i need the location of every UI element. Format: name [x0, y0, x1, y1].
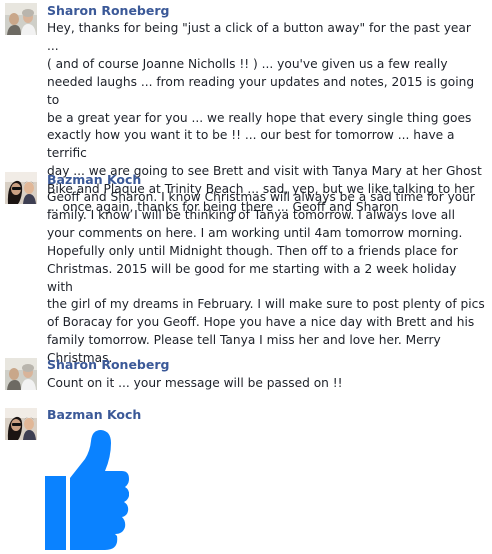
sharon-avatar-icon: [5, 358, 37, 390]
author-name[interactable]: Bazman Koch: [47, 172, 141, 188]
author-name[interactable]: Sharon Roneberg: [47, 357, 169, 373]
message-text: Geoff and Sharon. I know Christmas will …: [47, 190, 485, 366]
thumbs-up-sticker-icon[interactable]: [45, 429, 129, 550]
bazman-avatar-icon: [5, 172, 37, 204]
bazman-avatar-icon: [5, 408, 37, 440]
message-text: Count on it ... your message will be pas…: [47, 376, 343, 390]
avatar-sharon-roneberg[interactable]: [5, 3, 37, 35]
thumb-cuff: [45, 476, 66, 550]
thumb-hand: [70, 430, 129, 550]
avatar-sharon-roneberg[interactable]: [5, 358, 37, 390]
author-name[interactable]: Sharon Roneberg: [47, 3, 169, 19]
author-name[interactable]: Bazman Koch: [47, 407, 141, 423]
sharon-avatar-icon: [5, 3, 37, 35]
avatar-bazman-koch[interactable]: [5, 408, 37, 440]
avatar-bazman-koch[interactable]: [5, 172, 37, 204]
conversation-thread: { "theme": { "name_color": "#3b5998", "t…: [0, 0, 492, 554]
